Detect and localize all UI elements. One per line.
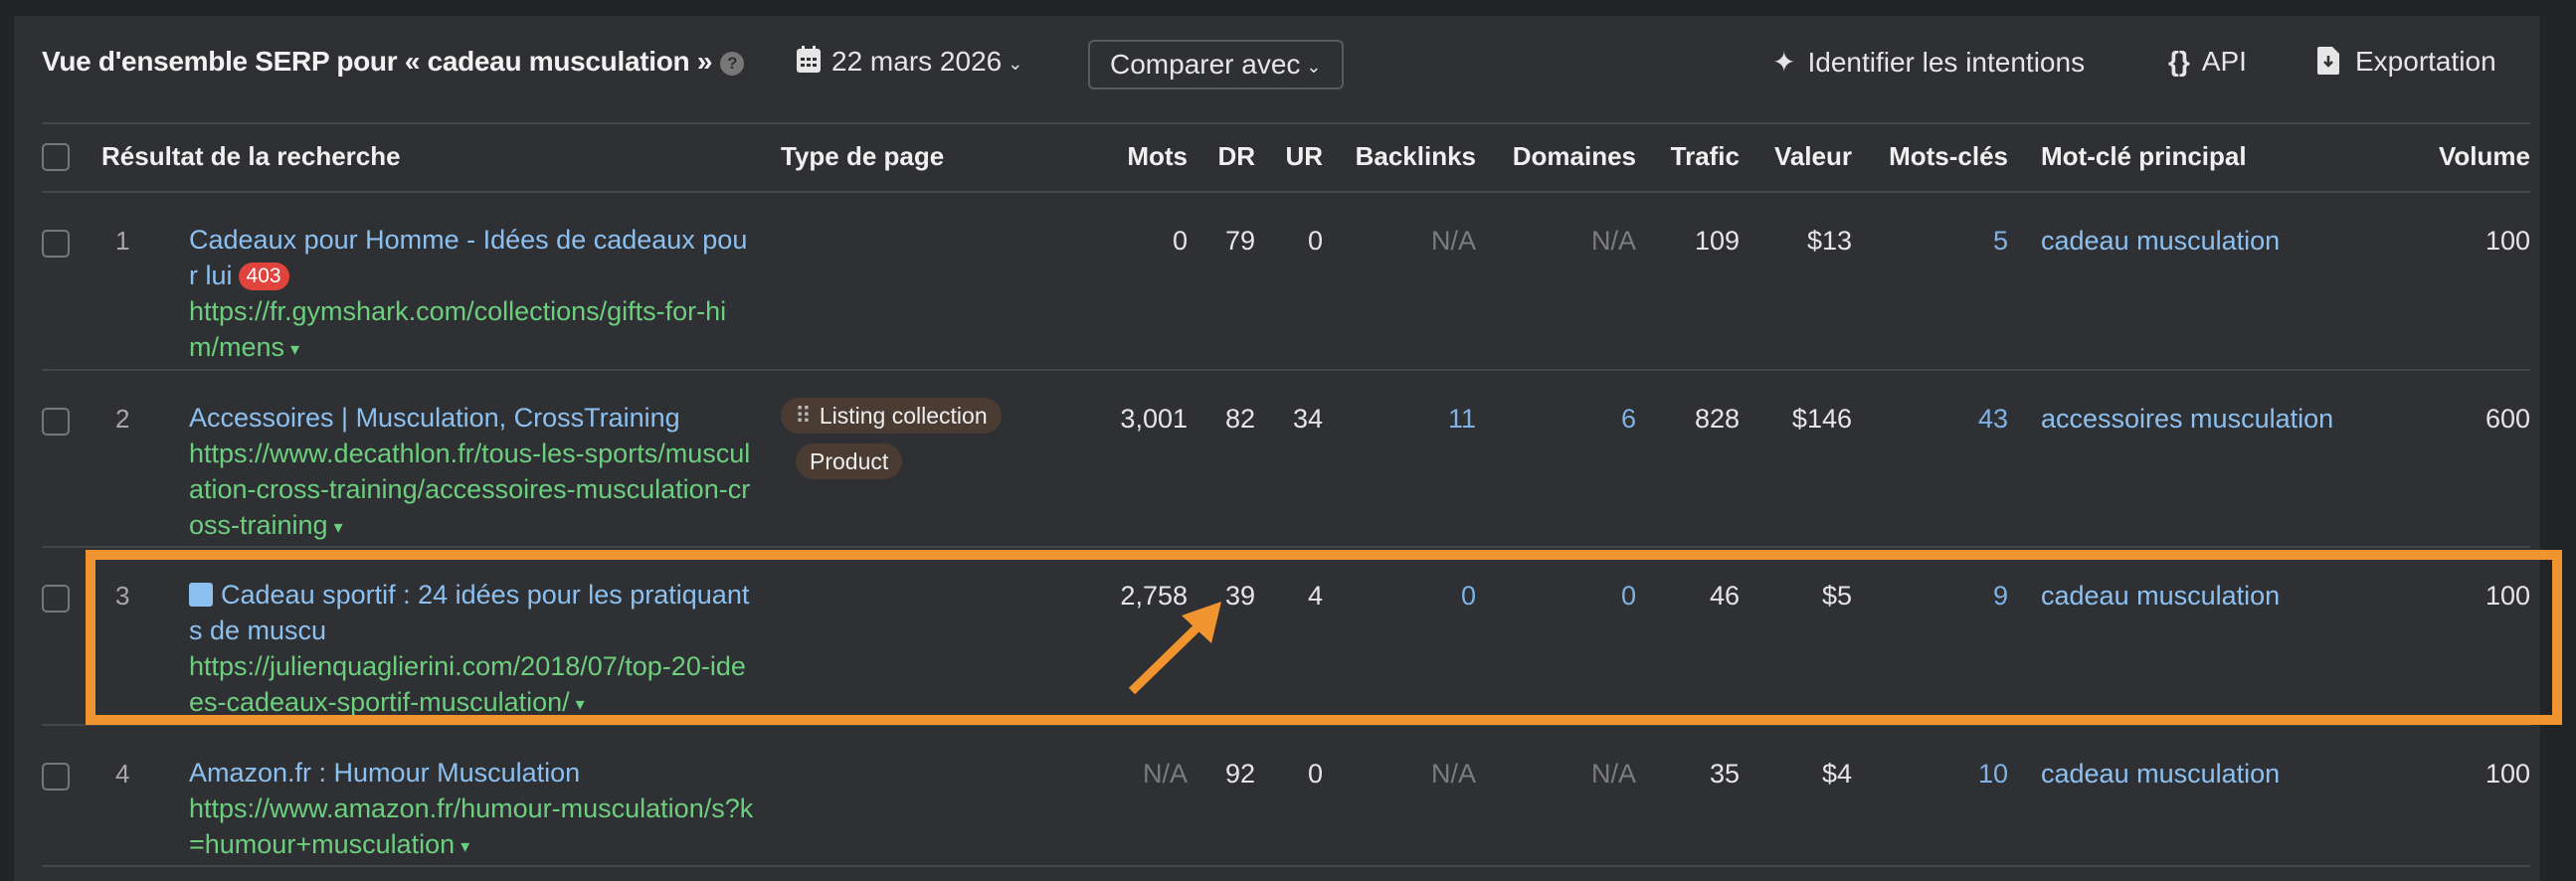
- cell-domaines: N/A: [1590, 759, 1636, 789]
- calendar-icon: [797, 46, 821, 73]
- result-title-link[interactable]: Amazon.fr : Humour Musculation: [189, 758, 580, 788]
- cell-backlinks: N/A: [1430, 226, 1476, 256]
- cell-backlinks[interactable]: 11: [1448, 404, 1476, 435]
- result-url-link[interactable]: https://www.amazon.fr/humour-musculation…: [189, 793, 753, 859]
- row-checkbox[interactable]: [42, 585, 70, 613]
- status-badge: 403: [238, 263, 289, 290]
- compare-with-button[interactable]: Comparer avec ⌄: [1088, 40, 1344, 89]
- row-position: 1: [115, 226, 130, 256]
- col-motscles[interactable]: Mots-clés: [1889, 141, 2008, 172]
- cell-motscles[interactable]: 10: [1978, 759, 2008, 790]
- page-type-badge: ⠿ Listing collection: [781, 398, 1002, 434]
- arrow-annotation: [1128, 602, 1221, 695]
- cell-valeur: $13: [1806, 226, 1852, 256]
- cell-domaines: N/A: [1590, 226, 1636, 256]
- col-ur[interactable]: UR: [1285, 141, 1323, 172]
- result-url-link[interactable]: https://www.decathlon.fr/tous-les-sports…: [189, 439, 750, 540]
- row-checkbox[interactable]: [42, 763, 70, 791]
- col-trafic[interactable]: Trafic: [1671, 141, 1740, 172]
- col-domaines[interactable]: Domaines: [1513, 141, 1636, 172]
- cell-dr: 79: [1224, 226, 1255, 256]
- highlight-box: [86, 550, 2562, 725]
- result-url-link[interactable]: https://fr.gymshark.com/collections/gift…: [189, 296, 726, 362]
- row-position: 2: [115, 404, 130, 434]
- caret-down-icon[interactable]: ▾: [334, 517, 343, 537]
- cell-trafic: 109: [1694, 226, 1740, 256]
- col-valeur[interactable]: Valeur: [1774, 141, 1852, 172]
- cell-main-keyword[interactable]: cadeau musculation: [2041, 759, 2280, 790]
- identify-intents-button[interactable]: ✦ Identifier les intentions: [1772, 46, 2085, 79]
- date-picker[interactable]: 22 mars 2026 ⌄: [796, 46, 1022, 78]
- cell-volume: 600: [2484, 404, 2530, 434]
- cell-domaines[interactable]: 6: [1621, 404, 1636, 435]
- export-button[interactable]: Exportation: [2317, 46, 2496, 78]
- col-principal[interactable]: Mot-clé principal: [2041, 141, 2247, 172]
- cell-ur: 0: [1307, 226, 1323, 256]
- cell-trafic: 35: [1709, 759, 1740, 789]
- page-title: Vue d'ensemble SERP pour « cadeau muscul…: [42, 46, 745, 78]
- cell-backlinks: N/A: [1430, 759, 1476, 789]
- row-position: 4: [115, 759, 130, 789]
- api-button[interactable]: {} API: [2168, 46, 2247, 78]
- cell-trafic: 828: [1694, 404, 1740, 434]
- caret-down-icon[interactable]: ▾: [290, 339, 299, 359]
- cell-main-keyword[interactable]: cadeau musculation: [2041, 226, 2280, 257]
- cell-dr: 92: [1224, 759, 1255, 789]
- cell-motscles[interactable]: 43: [1978, 404, 2008, 435]
- col-dr[interactable]: DR: [1217, 141, 1255, 172]
- sparkles-icon: ✦: [1772, 47, 1796, 78]
- cell-mots: 0: [1172, 226, 1188, 256]
- cell-volume: 100: [2484, 226, 2530, 256]
- col-backlinks[interactable]: Backlinks: [1356, 141, 1476, 172]
- result-title-link[interactable]: Accessoires | Musculation, CrossTraining: [189, 403, 680, 433]
- row-checkbox[interactable]: [42, 408, 70, 436]
- braces-icon: {}: [2168, 46, 2190, 77]
- chevron-down-icon: ⌄: [1008, 54, 1023, 74]
- question-circle-icon[interactable]: ?: [720, 52, 745, 76]
- page-type-badge: Product: [796, 443, 903, 479]
- cell-mots: N/A: [1142, 759, 1188, 789]
- cell-ur: 34: [1292, 404, 1323, 434]
- col-type[interactable]: Type de page: [781, 141, 944, 172]
- cell-volume: 100: [2484, 759, 2530, 789]
- row-checkbox[interactable]: [42, 230, 70, 258]
- cell-dr: 82: [1224, 404, 1255, 434]
- cell-mots: 3,001: [1120, 404, 1188, 434]
- cell-motscles[interactable]: 5: [1993, 226, 2008, 257]
- col-result[interactable]: Résultat de la recherche: [101, 141, 401, 172]
- col-volume[interactable]: Volume: [2439, 141, 2530, 172]
- chevron-down-icon: ⌄: [1306, 57, 1322, 77]
- cell-valeur: $4: [1821, 759, 1852, 789]
- caret-down-icon[interactable]: ▾: [460, 836, 469, 856]
- cell-valeur: $146: [1791, 404, 1852, 434]
- download-file-icon: [2317, 47, 2339, 75]
- cell-main-keyword[interactable]: accessoires musculation: [2041, 404, 2333, 435]
- cell-ur: 0: [1307, 759, 1323, 789]
- select-all-checkbox[interactable]: [42, 143, 70, 171]
- col-mots[interactable]: Mots: [1127, 141, 1188, 172]
- grid-icon: ⠿: [795, 403, 812, 429]
